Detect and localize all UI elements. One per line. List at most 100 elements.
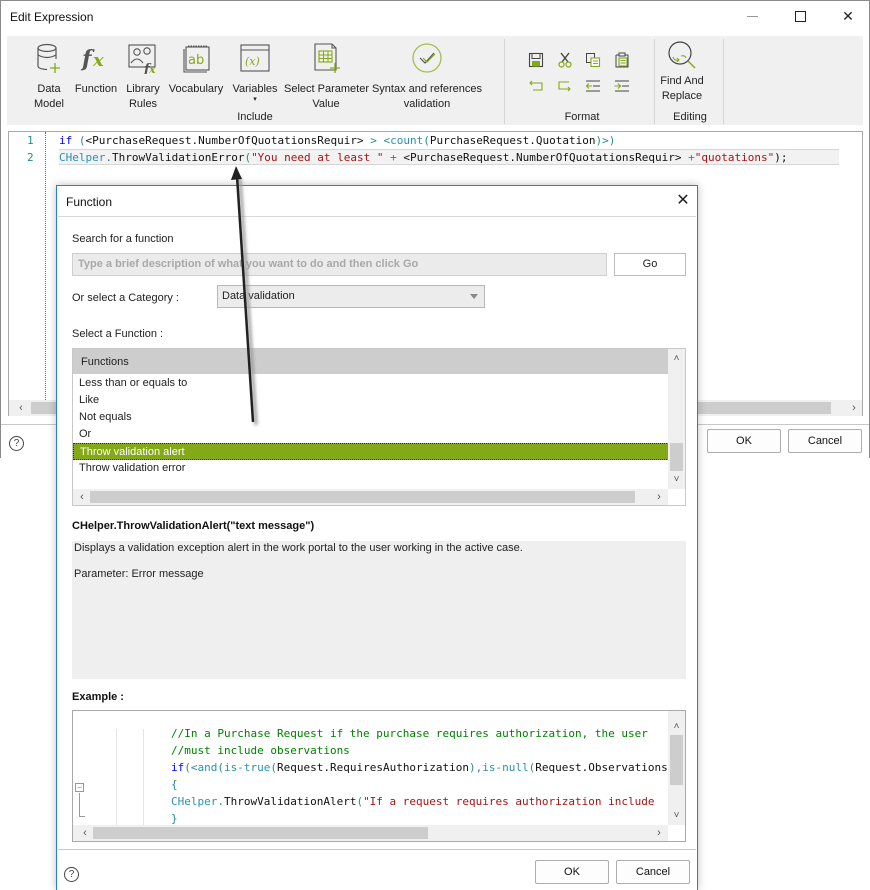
library-rules-label-1: Library: [126, 83, 160, 95]
code-token: (: [423, 134, 430, 147]
scroll-right-icon[interactable]: ›: [651, 489, 667, 505]
collapse-icon[interactable]: −: [75, 783, 84, 792]
code-token: );: [774, 151, 788, 164]
help-icon[interactable]: ?: [9, 436, 24, 451]
functions-list[interactable]: Functions Less than or equals to Like No…: [72, 348, 686, 506]
cancel-button[interactable]: Cancel: [788, 429, 862, 453]
group-divider: [504, 39, 505, 124]
scrollbar-thumb[interactable]: [670, 735, 683, 785]
find-replace-label-2: Replace: [661, 90, 703, 102]
list-item-selected[interactable]: Throw validation alert: [73, 443, 669, 460]
code-token: ),: [469, 761, 483, 774]
scrollbar-thumb[interactable]: [670, 443, 683, 471]
category-value: Data validation: [222, 290, 295, 302]
library-rules-button[interactable]: f x Library Rules: [121, 36, 165, 114]
scroll-up-icon[interactable]: ˄: [668, 351, 685, 367]
scroll-left-icon[interactable]: ‹: [13, 400, 29, 416]
category-select[interactable]: Data validation: [217, 285, 485, 308]
example-vertical-scrollbar[interactable]: ˄ ˅: [668, 711, 685, 825]
paste-icon[interactable]: [614, 52, 630, 68]
maximize-button[interactable]: [777, 1, 823, 32]
list-item[interactable]: Less than or equals to: [73, 375, 669, 392]
example-line: {: [171, 776, 178, 793]
code-line-2[interactable]: CHelper.ThrowValidationError("You need a…: [59, 149, 839, 165]
cut-icon[interactable]: [557, 52, 573, 68]
code-token: is-null: [482, 761, 529, 774]
function-dialog: Function ✕ Search for a function Type a …: [56, 185, 698, 890]
variables-icon: (x): [240, 44, 270, 72]
vocabulary-button[interactable]: ab Vocabulary: [167, 36, 225, 114]
maximize-icon: [794, 11, 806, 22]
select-parameter-label-2: Value: [312, 98, 340, 110]
find-replace-button[interactable]: Find And Replace: [657, 36, 707, 114]
scroll-up-icon[interactable]: ˄: [668, 719, 685, 735]
example-code-box[interactable]: − //In a Purchase Request if the purchas…: [72, 710, 686, 842]
group-divider: [723, 39, 724, 124]
function-button[interactable]: f x Function: [73, 36, 119, 114]
code-token: is-true: [224, 761, 271, 774]
code-token: if: [59, 134, 73, 147]
scrollbar-thumb[interactable]: [93, 827, 428, 839]
dialog-title: Function: [66, 195, 113, 209]
dialog-body: Search for a function Type a brief descr…: [58, 216, 696, 850]
include-group-label: Include: [237, 111, 273, 123]
code-token: +: [681, 151, 695, 164]
data-model-button[interactable]: Data Model: [27, 36, 71, 114]
scroll-down-icon[interactable]: ˅: [668, 808, 685, 824]
ok-button[interactable]: OK: [707, 429, 781, 453]
dialog-close-button[interactable]: ✕: [671, 190, 695, 212]
indent-guide: [143, 729, 144, 831]
group-divider: [654, 39, 655, 124]
line-number: 1: [27, 134, 34, 147]
minimize-button[interactable]: [729, 1, 775, 32]
minimize-icon: [746, 16, 758, 17]
title-bar: Edit Expression ✕: [1, 1, 869, 33]
example-horizontal-scrollbar[interactable]: ‹ ›: [73, 825, 668, 841]
dialog-ok-button[interactable]: OK: [535, 860, 609, 884]
code-token: //must include observations: [171, 744, 350, 757]
list-item[interactable]: Not equals: [73, 409, 669, 426]
go-button[interactable]: Go: [614, 253, 686, 276]
scroll-down-icon[interactable]: ˅: [668, 472, 685, 488]
function-search-input[interactable]: Type a brief description of what you wan…: [72, 253, 607, 276]
save-icon[interactable]: [528, 52, 544, 68]
code-token: (: [270, 761, 277, 774]
dialog-cancel-button[interactable]: Cancel: [616, 860, 690, 884]
scroll-left-icon[interactable]: ‹: [77, 825, 93, 841]
example-line: //must include observations: [171, 742, 350, 759]
indent-icon[interactable]: [614, 78, 630, 94]
select-parameter-value-button[interactable]: Select Parameter Value: [284, 36, 369, 114]
scrollbar-thumb[interactable]: [90, 491, 635, 503]
redo-icon[interactable]: [557, 78, 573, 94]
gutter-divider: [45, 132, 46, 400]
scroll-right-icon[interactable]: ›: [651, 825, 667, 841]
code-token: (: [72, 134, 86, 147]
outdent-icon[interactable]: [585, 78, 601, 94]
code-token: "If a request requires authorization inc…: [363, 795, 655, 808]
list-item[interactable]: Throw validation error: [73, 460, 669, 477]
code-token: if: [171, 761, 185, 774]
example-line: //In a Purchase Request if the purchase …: [171, 725, 648, 742]
code-token: {: [171, 778, 178, 791]
code-token: "quotations": [694, 151, 775, 164]
category-label: Or select a Category :: [72, 292, 179, 304]
close-button[interactable]: ✕: [825, 1, 870, 32]
list-item[interactable]: Like: [73, 392, 669, 409]
variables-dropdown-button[interactable]: (x) Variables ▾: [229, 36, 281, 114]
code-token: .: [105, 151, 112, 164]
scroll-left-icon[interactable]: ‹: [74, 489, 90, 505]
help-icon[interactable]: ?: [64, 867, 79, 882]
syntax-validation-button[interactable]: Syntax and references validation: [370, 36, 484, 114]
database-plus-icon: [37, 43, 60, 73]
functions-vertical-scrollbar[interactable]: ˄ ˅: [668, 349, 685, 489]
list-item[interactable]: Or: [73, 426, 669, 443]
scroll-right-icon[interactable]: ›: [846, 400, 862, 416]
undo-icon[interactable]: [528, 78, 544, 94]
code-token: >: [363, 134, 384, 147]
example-line: if(<and(is-true(Request.RequiresAuthoriz…: [171, 759, 668, 776]
functions-horizontal-scrollbar[interactable]: ‹ ›: [73, 489, 668, 505]
copy-icon[interactable]: [585, 52, 601, 68]
table-plus-icon: [314, 43, 340, 73]
example-line: CHelper.ThrowValidationAlert("If a reque…: [171, 793, 654, 810]
code-line-1[interactable]: if (<PurchaseRequest.NumberOfQuotationsR…: [59, 133, 615, 149]
